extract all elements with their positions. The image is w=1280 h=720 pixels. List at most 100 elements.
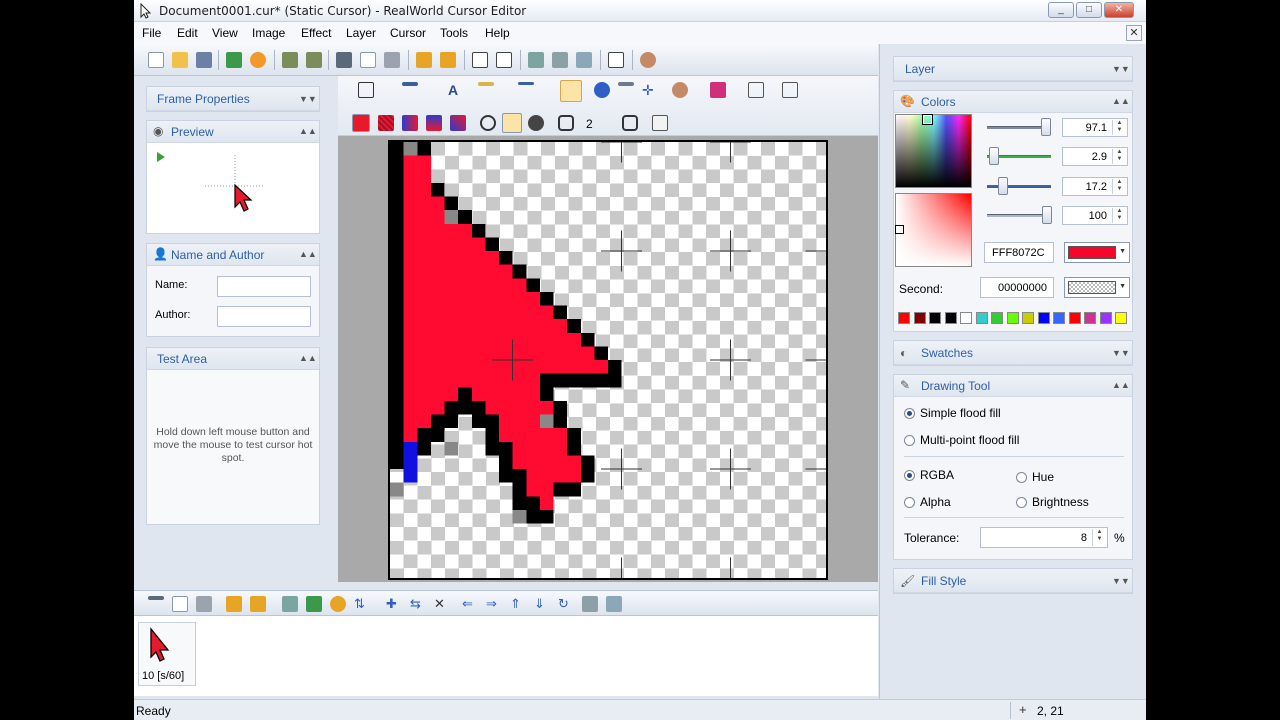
brush-tool-icon[interactable] [478, 82, 494, 86]
frame-cut-icon[interactable] [148, 596, 164, 600]
palette-swatch[interactable] [975, 312, 988, 324]
test-area-header[interactable]: Test Area ▲▲ [147, 348, 319, 370]
hex-input[interactable]: FFF8072C [984, 242, 1054, 263]
chevron-up-icon[interactable]: ▲▲ [299, 124, 317, 138]
play-icon[interactable] [155, 151, 167, 163]
spin-arrows-icon[interactable]: ▲ ▼ [1112, 120, 1126, 135]
tolerance-spin[interactable]: 8 ▲ ▼ [980, 527, 1108, 548]
new-icon[interactable] [148, 52, 164, 68]
rounded-rect-icon[interactable] [558, 115, 574, 131]
swatches-header[interactable]: ◐ Swatches ▼▼ [894, 341, 1132, 365]
alpha-label[interactable]: Alpha [920, 495, 951, 509]
frame-effect-icon[interactable] [282, 596, 298, 612]
color-picker-square[interactable] [895, 114, 972, 188]
author-input[interactable] [217, 306, 311, 327]
shape-tool-icon[interactable] [672, 82, 688, 98]
menu-cursor[interactable]: Cursor [390, 26, 426, 40]
hue-label[interactable]: Hue [1032, 470, 1054, 484]
pencil-tool-icon[interactable] [402, 82, 418, 86]
stamp-icon[interactable] [552, 52, 568, 68]
palette-swatch[interactable] [1006, 312, 1019, 324]
test-cursor-icon[interactable] [608, 52, 624, 68]
palette-swatch[interactable] [991, 312, 1003, 324]
fill-hatch-icon[interactable] [378, 115, 394, 131]
name-author-header[interactable]: 👤 Name and Author ▲▲ [147, 244, 319, 266]
palette-swatch[interactable] [1068, 312, 1081, 324]
chevron-down-icon[interactable]: ▼▼ [1112, 346, 1130, 360]
open-folder-icon[interactable] [172, 52, 188, 68]
color-picker-marker[interactable] [922, 114, 933, 125]
menu-effect[interactable]: Effect [301, 26, 331, 40]
line-tool-icon[interactable] [518, 82, 534, 85]
simple-fill-label[interactable]: Simple flood fill [920, 406, 1001, 420]
palette-swatch[interactable] [1037, 312, 1050, 324]
selection-tool-icon[interactable] [358, 82, 374, 98]
test-area[interactable]: Hold down left mouse button and move the… [147, 370, 319, 524]
outline-fill-icon[interactable] [502, 113, 522, 133]
pen-icon[interactable] [576, 52, 592, 68]
fill-style-header[interactable]: 🖌 Fill Style ▼▼ [894, 569, 1132, 593]
export-icon[interactable] [226, 52, 242, 68]
simple-fill-radio[interactable] [904, 408, 915, 419]
hotspot-icon[interactable] [496, 52, 512, 68]
menu-image[interactable]: Image [252, 26, 285, 40]
frame-add-icon[interactable]: ✚ [386, 596, 402, 612]
paste-icon[interactable] [384, 52, 400, 68]
copy-icon[interactable] [360, 52, 376, 68]
palette-swatch[interactable] [1022, 312, 1034, 324]
chevron-down-icon[interactable]: ▼▼ [1112, 574, 1130, 588]
chevron-up-icon[interactable]: ▲▲ [1112, 378, 1130, 392]
multi-fill-label[interactable]: Multi-point flood fill [920, 433, 1019, 447]
value-4-spin[interactable]: 100 ▲ ▼ [1062, 206, 1128, 225]
filled-shape-icon[interactable] [528, 115, 544, 131]
cursor-canvas[interactable] [388, 140, 828, 580]
palette-swatch[interactable] [1099, 312, 1112, 324]
frame-copy-icon[interactable] [172, 596, 188, 612]
retouch-tool-icon[interactable] [618, 82, 634, 86]
brush-size-value[interactable]: 2 [586, 117, 593, 131]
frame-delete-icon[interactable]: ✕ [434, 596, 450, 612]
chevron-up-icon[interactable]: ▲▲ [299, 351, 317, 365]
spin-arrows-icon[interactable]: ▲ ▼ [1092, 529, 1106, 546]
eyedropper-tool-icon[interactable] [594, 82, 610, 98]
hue-radio[interactable] [1016, 472, 1027, 483]
menu-layer[interactable]: Layer [346, 26, 376, 40]
paste-frame-icon[interactable] [440, 52, 456, 68]
multi-fill-radio[interactable] [904, 435, 915, 446]
rotate-icon[interactable]: ↻ [558, 596, 574, 612]
document-close-button[interactable]: ✕ [1126, 25, 1142, 41]
color-mode-icon[interactable] [710, 82, 726, 98]
move-tool-icon[interactable]: ✛ [642, 82, 658, 98]
spin-arrows-icon[interactable]: ▲ ▼ [1112, 179, 1126, 194]
slider-4-thumb[interactable] [1042, 206, 1052, 224]
frame-properties-header[interactable]: Frame Properties ▼▼ [147, 87, 319, 111]
options-icon[interactable] [748, 82, 764, 98]
value-1-spin[interactable]: 97.1 ▲ ▼ [1062, 118, 1128, 137]
dropdown-arrow-icon[interactable]: ▼ [1119, 248, 1126, 255]
rgba-label[interactable]: RGBA [920, 468, 954, 482]
arrow-up-icon[interactable]: ⇑ [510, 596, 526, 612]
primary-color-dropdown[interactable]: ▼ [1064, 242, 1130, 263]
palette-swatch[interactable] [913, 312, 926, 324]
palette-swatch[interactable] [944, 312, 957, 324]
redo-icon[interactable] [306, 52, 322, 68]
value-3-spin[interactable]: 17.2 ▲ ▼ [1062, 177, 1128, 196]
colors-header[interactable]: 🎨 Colors ▲▲ [894, 91, 1132, 113]
rgba-radio[interactable] [904, 470, 915, 481]
minimize-button[interactable]: _ [1048, 2, 1074, 18]
frame-insert-icon[interactable] [250, 596, 266, 612]
close-button[interactable]: ✕ [1104, 2, 1134, 18]
value-2-spin[interactable]: 2.9 ▲ ▼ [1062, 147, 1128, 166]
frame-pen-icon[interactable] [606, 596, 622, 612]
user-icon[interactable] [640, 52, 656, 68]
chevron-up-icon[interactable]: ▲▲ [1112, 94, 1130, 108]
layer-header[interactable]: Layer ▼▼ [894, 57, 1132, 81]
fill-gradient3-icon[interactable] [450, 115, 466, 131]
text-tool-icon[interactable]: A [448, 82, 464, 98]
effect-icon[interactable] [528, 52, 544, 68]
frame-duplicate-icon[interactable] [226, 596, 242, 612]
slider-3-track[interactable] [987, 185, 1051, 188]
canvas-area[interactable] [338, 136, 878, 582]
frame-import-icon[interactable] [306, 596, 322, 612]
slider-2-thumb[interactable] [989, 147, 999, 165]
